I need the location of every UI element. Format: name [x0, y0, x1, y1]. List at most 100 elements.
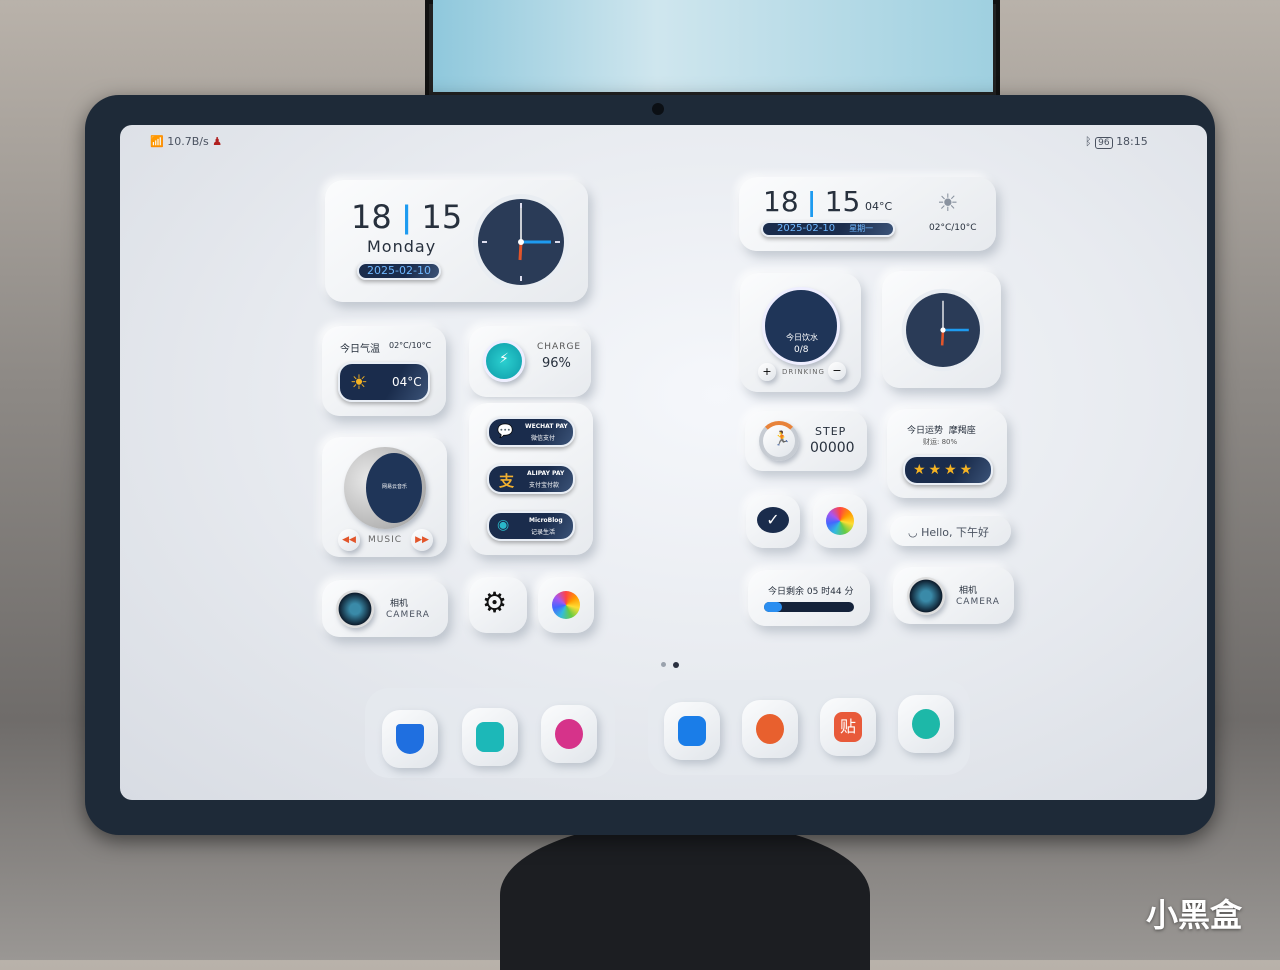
charge-value: 96%	[542, 356, 571, 371]
status-time: 18:15	[1116, 135, 1148, 148]
analog-clock-widget[interactable]	[882, 271, 1001, 388]
charge-widget[interactable]: ⚡ CHARGE 96%	[469, 326, 591, 397]
smile-icon: ◡	[908, 526, 918, 539]
page-dot-2[interactable]	[673, 662, 679, 668]
camera-cn-label: 相机	[959, 586, 978, 596]
clock-weekday: Monday	[367, 237, 437, 256]
status-right: ᛒ 96 18:15	[1085, 135, 1148, 149]
music-disc: 网易云音乐	[344, 447, 426, 529]
drink-plus-button[interactable]: +	[758, 363, 776, 381]
security-app[interactable]	[382, 710, 438, 768]
step-widget[interactable]: 🏃 STEP 00000	[745, 411, 867, 471]
step-value: 00000	[810, 440, 855, 456]
drinking-gauge: 今日饮水 0/8	[762, 287, 840, 365]
background-monitor-screen	[433, 0, 993, 92]
hello-text: ◡ Hello, 下午好	[908, 526, 989, 539]
clock-temp-right: 04°C	[865, 200, 893, 213]
microblog-button[interactable]: ◉ MicroBlog 记录生活	[487, 511, 575, 541]
photos-flower-icon	[826, 507, 854, 535]
weather-pill: ☀ 04°C	[338, 362, 430, 402]
bluetooth-icon: ᛒ	[1085, 135, 1092, 148]
star-rating: ★★★★	[913, 462, 976, 478]
clock-widget-right[interactable]: 18 ǀ 15 04°C 2025-02-10 星期一 ☀ 02°C/10°C	[739, 177, 996, 251]
running-icon: 🏃	[759, 421, 799, 461]
fortune-widget[interactable]: 今日运势 摩羯座 财运: 80% ★★★★	[887, 409, 1007, 498]
page-dot-1[interactable]	[661, 662, 666, 667]
drink-minus-button[interactable]: −	[828, 362, 846, 380]
wifi-icon: 📶	[150, 135, 164, 148]
camera-cn-label: 相机	[390, 599, 409, 609]
photos-app-right[interactable]	[813, 494, 867, 548]
settings-app[interactable]: ⚙	[469, 577, 527, 633]
photos-app[interactable]	[538, 577, 594, 633]
camera-widget-left[interactable]: 相机 CAMERA	[322, 580, 448, 637]
watermark: 小黑盒	[1145, 896, 1242, 934]
previous-track-icon[interactable]: ◀◀	[338, 529, 360, 551]
swirl-app-icon	[912, 709, 940, 739]
battery-indicator: 96	[1095, 137, 1113, 149]
day-remaining-text: 今日剩余 05 时44 分	[768, 587, 854, 597]
status-left: 📶 10.7B/s ♟	[150, 135, 222, 148]
wechat-app[interactable]: ✓	[746, 495, 800, 548]
music-disc-text: 网易云音乐	[382, 484, 408, 490]
clock-widget-left[interactable]: 18 ǀ 15 Monday 2025-02-10	[325, 180, 588, 302]
tie-app[interactable]: 贴	[820, 698, 876, 756]
fortune-wealth: 财运: 80%	[923, 438, 958, 446]
sun-icon: ☀	[350, 370, 368, 394]
analog-clock-icon	[901, 288, 985, 372]
camera-app[interactable]	[462, 708, 518, 766]
drinking-widget[interactable]: 今日饮水 0/8 + DRINKING −	[740, 273, 861, 392]
dock-left	[365, 688, 615, 778]
settings-flower-icon	[756, 714, 784, 744]
clock-time: 18 ǀ 15	[351, 198, 463, 236]
charge-label: CHARGE	[537, 342, 582, 352]
front-camera	[652, 103, 664, 115]
analog-clock-icon	[473, 194, 569, 290]
tie-app-icon: 贴	[834, 712, 862, 742]
music-label: MUSIC	[368, 535, 403, 545]
files-icon	[678, 716, 706, 746]
next-track-icon[interactable]: ▶▶	[411, 529, 433, 551]
music-widget[interactable]: 网易云音乐 ◀◀ MUSIC ▶▶	[322, 437, 447, 557]
camera-en-label: CAMERA	[956, 597, 1000, 607]
weather-widget[interactable]: 今日气温 02°C/10°C ☀ 04°C	[322, 326, 446, 416]
camera-lens-icon	[907, 577, 945, 615]
files-app[interactable]	[664, 702, 720, 760]
lightning-icon: ⚡	[483, 340, 525, 382]
day-progress-bar	[764, 602, 854, 612]
step-label: STEP	[815, 425, 847, 438]
fortune-title: 今日运势 摩羯座	[907, 426, 976, 436]
camera-lens-icon	[336, 590, 374, 628]
shield-icon	[396, 724, 424, 754]
weibo-icon: ◉	[497, 517, 510, 533]
weather-title: 今日气温	[340, 344, 380, 355]
fortune-stars: ★★★★	[903, 455, 993, 485]
tablet-stand	[500, 820, 870, 970]
clock-time-right: 18 ǀ 15	[763, 185, 861, 218]
photos-flower-icon	[552, 591, 580, 619]
hello-widget[interactable]: ◡ Hello, 下午好	[890, 516, 1011, 546]
day-remaining-widget[interactable]: 今日剩余 05 时44 分	[748, 570, 870, 626]
dock-right: 贴	[648, 680, 970, 775]
camera-app-icon	[476, 722, 504, 752]
bilibili-icon	[555, 719, 583, 749]
swirl-app[interactable]	[898, 695, 954, 753]
weather-temp: 04°C	[392, 375, 422, 389]
camera-en-label: CAMERA	[386, 610, 430, 620]
pay-widget: 💬 WECHAT PAY 微信支付 支 ALIPAY PAY 支付宝付款 ◉ M…	[469, 403, 593, 555]
alipay-icon: 支	[499, 472, 515, 490]
wechat-check-icon: ✓	[757, 507, 789, 533]
clock-date: 2025-02-10	[357, 262, 441, 280]
clock-date-right: 2025-02-10 星期一	[761, 221, 895, 237]
bilibili-app[interactable]	[541, 705, 597, 763]
drinking-label: DRINKING	[782, 368, 825, 376]
sun-icon-right: ☀	[937, 189, 959, 217]
camera-widget-right[interactable]: 相机 CAMERA	[893, 567, 1014, 624]
gear-icon: ⚙	[482, 586, 508, 619]
network-speed: 10.7B/s	[167, 135, 209, 148]
alipay-button[interactable]: 支 ALIPAY PAY 支付宝付款	[487, 464, 575, 494]
wechat-pay-button[interactable]: 💬 WECHAT PAY 微信支付	[487, 417, 575, 447]
weather-range: 02°C/10°C	[389, 341, 432, 350]
clock-range-right: 02°C/10°C	[929, 223, 977, 233]
settings-flower-app[interactable]	[742, 700, 798, 758]
